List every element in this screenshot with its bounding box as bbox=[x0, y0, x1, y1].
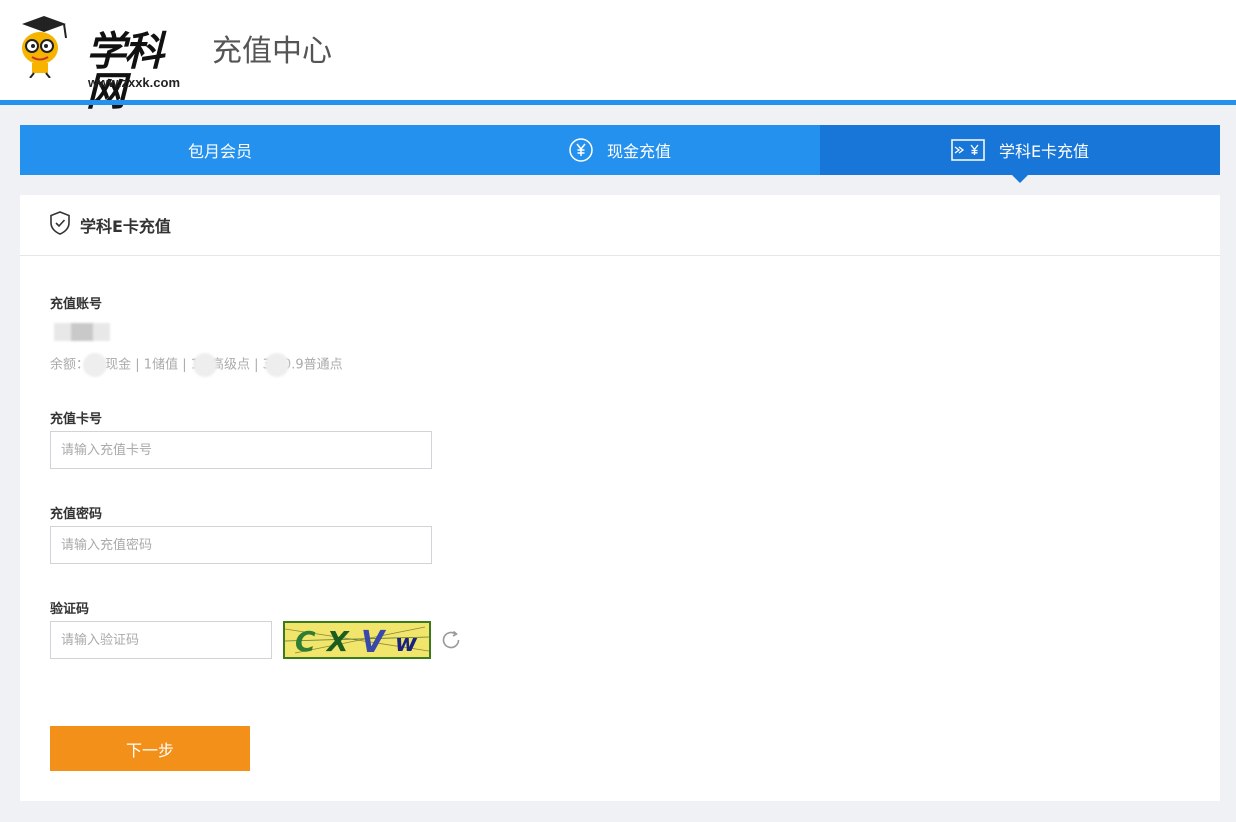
tab-ecard-recharge[interactable]: 学科E卡充值 bbox=[820, 125, 1220, 183]
logo-url: www.zxxk.com bbox=[88, 75, 180, 90]
captcha-char-3: V bbox=[361, 625, 387, 657]
captcha-char-4: w bbox=[395, 629, 418, 657]
redacted-blur bbox=[264, 353, 289, 377]
account-label: 充值账号 bbox=[50, 297, 103, 312]
redacted-blur bbox=[193, 353, 217, 377]
card-password-label: 充值密码 bbox=[50, 507, 103, 522]
card-number-label: 充值卡号 bbox=[50, 412, 103, 427]
mascot-logo-icon bbox=[22, 16, 67, 78]
yuan-circle-icon bbox=[569, 138, 593, 162]
tab-label: 包月会员 bbox=[187, 142, 252, 161]
captcha-image[interactable]: C X V w bbox=[283, 621, 431, 659]
balance-part3: 0.9普通点 bbox=[282, 357, 343, 373]
tab-monthly-membership[interactable]: 包月会员 bbox=[20, 125, 420, 175]
recharge-tabs: 包月会员 现金充值 学科E卡充值 bbox=[20, 125, 1220, 183]
site-logo[interactable]: 学科网 www.zxxk.com bbox=[16, 14, 186, 112]
header-divider bbox=[0, 100, 1236, 105]
balance-info: 余额： 现金 | 1储值 | 1 高级点 | 3 0.9普通点 bbox=[50, 353, 343, 377]
next-step-button[interactable]: 下一步 bbox=[50, 726, 250, 771]
card-password-input[interactable] bbox=[50, 526, 432, 564]
panel-title: 学科E卡充值 bbox=[80, 217, 171, 236]
captcha-char-1: C bbox=[295, 625, 316, 657]
ecard-recharge-panel: 学科E卡充值 充值账号 余额： 现金 | 1储值 | 1 高级点 | 3 0.9普通… bbox=[20, 195, 1220, 801]
shield-check-icon bbox=[50, 211, 70, 239]
captcha-label: 验证码 bbox=[50, 602, 90, 617]
page-title: 充值中心 bbox=[212, 34, 332, 69]
tab-label: 现金充值 bbox=[606, 142, 671, 161]
balance-part2: 高级点 | 3 bbox=[211, 357, 271, 373]
account-value-redacted bbox=[54, 323, 110, 341]
captcha-char-2: X bbox=[325, 625, 350, 657]
tab-cash-recharge[interactable]: 现金充值 bbox=[420, 125, 820, 175]
tab-label: 学科E卡充值 bbox=[998, 142, 1090, 161]
panel-header: 学科E卡充值 bbox=[20, 195, 1220, 256]
redacted-blur bbox=[83, 353, 108, 377]
header: 学科网 www.zxxk.com 充值中心 bbox=[0, 0, 1236, 112]
card-yuan-icon bbox=[951, 139, 985, 161]
balance-part1: 现金 | 1储值 | 1 bbox=[105, 357, 199, 373]
card-number-input[interactable] bbox=[50, 431, 432, 469]
refresh-captcha-icon[interactable] bbox=[440, 629, 462, 655]
captcha-input[interactable] bbox=[50, 621, 272, 659]
